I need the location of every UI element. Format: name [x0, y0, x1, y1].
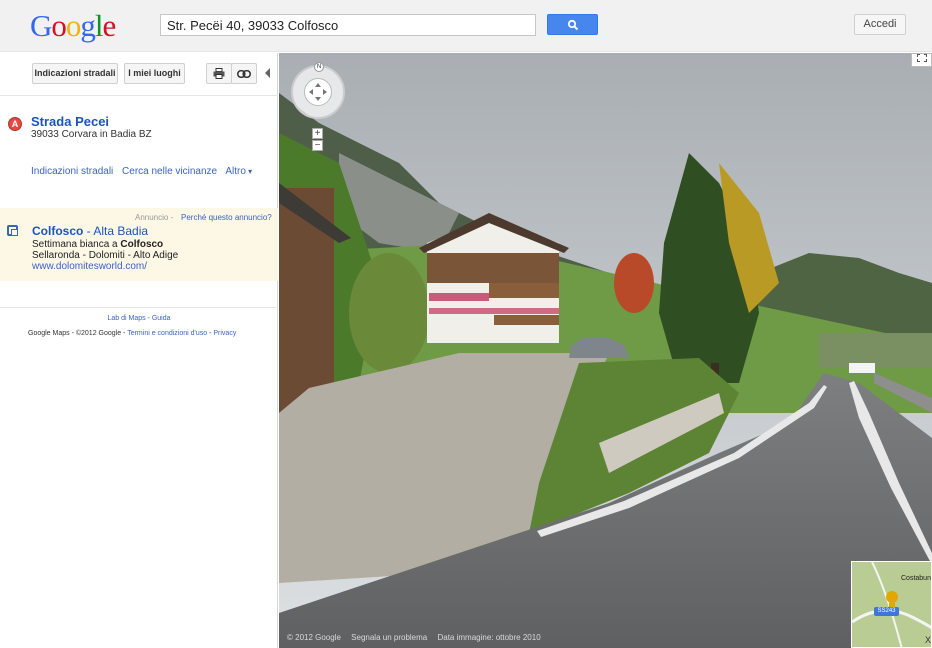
google-logo[interactable]: Google: [30, 8, 117, 44]
fullscreen-button[interactable]: [911, 53, 932, 67]
logo-letter: e: [102, 8, 117, 43]
logo-letter: g: [80, 8, 95, 43]
copyright-text: Google Maps - ©2012 Google -: [28, 330, 128, 337]
ad-why-link[interactable]: Perché questo annuncio?: [181, 213, 272, 222]
footer-copyright: Google Maps - ©2012 Google - Termini e c…: [28, 330, 237, 337]
print-button[interactable]: [206, 63, 232, 84]
mini-map[interactable]: Costabun SS243 X: [851, 561, 932, 648]
maps-lab-link[interactable]: Lab di Maps: [107, 315, 145, 322]
zoom-out-button[interactable]: −: [312, 140, 323, 151]
terms-link[interactable]: Termini e condizioni d'uso: [127, 330, 207, 337]
street-view-image: [279, 53, 932, 648]
search-nearby-link[interactable]: Cerca nelle vicinanze: [122, 166, 217, 177]
link-icon: [237, 70, 251, 78]
place-address: 39033 Corvara in Badia BZ: [31, 129, 152, 140]
print-icon: [213, 68, 225, 79]
footer-links: Lab di Maps - Guida: [107, 315, 171, 322]
my-places-button[interactable]: I miei luoghi: [124, 63, 185, 84]
privacy-link[interactable]: Privacy: [213, 330, 236, 337]
logo-letter: G: [30, 8, 52, 43]
place-title[interactable]: Strada Pecei: [31, 114, 109, 129]
ad-url[interactable]: www.dolomitesworld.com/: [32, 261, 147, 272]
signin-button[interactable]: Accedi: [854, 14, 906, 35]
directions-button[interactable]: Indicazioni stradali: [32, 63, 118, 84]
ad-title-rest: - Alta Badia: [83, 224, 149, 238]
ad-external-icon: [7, 225, 18, 236]
ad-text-line2: Sellaronda - Dolomiti - Alto Adige: [32, 250, 179, 261]
mini-map-close-button[interactable]: X: [925, 635, 931, 645]
logo-letter: o: [51, 8, 66, 43]
link-button[interactable]: [231, 63, 257, 84]
mini-map-road-label: SS243: [874, 607, 899, 616]
search-input[interactable]: [160, 14, 536, 36]
logo-letter: l: [94, 8, 104, 43]
search-button[interactable]: [547, 14, 598, 35]
ad-label-text: Annuncio: [135, 213, 169, 222]
report-problem-link[interactable]: Segnala un problema: [351, 633, 427, 642]
place-actions: Indicazioni stradali Cerca nelle vicinan…: [31, 166, 258, 177]
mini-map-place-label: Costabun: [901, 575, 931, 582]
ad-line1-pre: Settimana bianca a: [32, 239, 121, 250]
panel-divider: [0, 307, 278, 308]
search-icon: [567, 19, 579, 31]
help-link[interactable]: Guida: [152, 315, 171, 322]
ad-title-bold: Colfosco: [32, 224, 84, 238]
compass-north-label: N: [314, 62, 324, 72]
street-view-panorama[interactable]: N + − © 2012 Google Segnala un problema …: [279, 53, 932, 648]
directions-link[interactable]: Indicazioni stradali: [31, 166, 113, 177]
sponsored-ad: Annuncio - Perché questo annuncio? Colfo…: [0, 208, 278, 281]
panel-toolbar: Indicazioni stradali I miei luoghi: [0, 53, 278, 96]
logo-letter: o: [65, 8, 81, 43]
more-dropdown[interactable]: Altro: [225, 166, 252, 177]
street-view-footer: © 2012 Google Segnala un problema Data i…: [287, 633, 549, 642]
pan-arrows-icon[interactable]: [304, 78, 332, 106]
navigation-control[interactable]: N: [291, 62, 345, 119]
marker-a-icon: A: [8, 117, 22, 131]
expand-icon: [916, 54, 927, 62]
ad-line1-bold: Colfosco: [120, 239, 164, 250]
ad-text-line1: Settimana bianca a Colfosco: [32, 239, 163, 250]
zoom-in-button[interactable]: +: [312, 128, 323, 139]
sv-copyright: © 2012 Google: [287, 633, 341, 642]
ad-label: Annuncio -: [135, 213, 174, 222]
top-bar: Google Accedi: [0, 0, 932, 52]
ad-title[interactable]: Colfosco - Alta Badia: [32, 224, 148, 238]
arrows-icon: [309, 83, 327, 101]
left-panel: Indicazioni stradali I miei luoghi A Str…: [0, 53, 278, 648]
image-date: Data immagine: ottobre 2010: [437, 633, 541, 642]
collapse-panel-icon[interactable]: [265, 68, 270, 78]
